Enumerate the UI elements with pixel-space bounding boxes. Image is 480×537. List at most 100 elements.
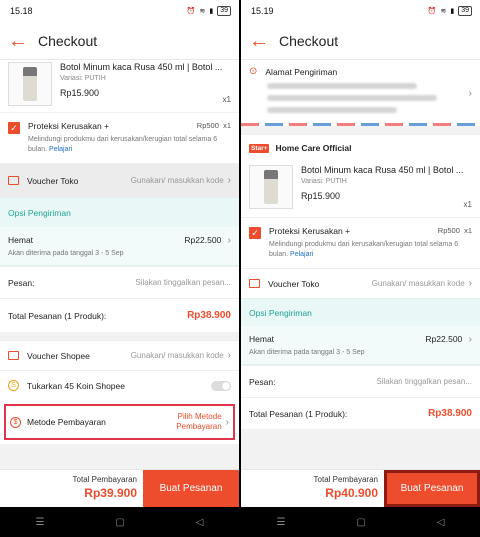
address-redacted (267, 83, 417, 89)
chevron-right-icon: › (227, 175, 231, 186)
arrow-left-icon[interactable]: ← (8, 31, 32, 51)
product-name: Botol Minum kaca Rusa 450 ml | Botol ... (60, 62, 223, 72)
checkout-content[interactable]: Botol Minum kaca Rusa 450 ml | Botol ...… (0, 60, 239, 469)
order-total-value: Rp38.900 (187, 310, 231, 321)
menu-icon[interactable]: ☰ (276, 517, 285, 528)
bottom-bar: Total Pembayaran Rp40.900 Buat Pesanan (241, 469, 480, 507)
location-pin-icon: ⊙ (249, 66, 258, 77)
protection-label: Proteksi Kerusakan + (28, 121, 110, 131)
protection-qty: x1 (464, 226, 472, 235)
place-order-button[interactable]: Buat Pesanan (384, 470, 480, 507)
back-icon[interactable]: ◁ (196, 517, 204, 528)
shop-name: Home Care Official (275, 143, 352, 153)
payment-total-label: Total Pembayaran (313, 475, 378, 484)
voucher-toko-label: Voucher Toko (27, 175, 79, 186)
status-bar: 15.19 ⏰ ≋ ▮ 39 (241, 0, 480, 22)
chevron-right-icon: › (227, 350, 231, 361)
checkout-screen-right: 15.19 ⏰ ≋ ▮ 39 ← Checkout ⊙ Alamat Pengi… (241, 0, 480, 537)
voucher-toko-row[interactable]: Voucher Toko Gunakan/ masukkan kode › (0, 163, 239, 197)
address-redacted (267, 95, 437, 101)
protection-option[interactable]: ✓ Proteksi Kerusakan + Rp500 x1 Melindun… (0, 112, 239, 163)
chevron-right-icon: › (225, 416, 229, 428)
message-input[interactable]: Silakan tinggalkan pesan... (376, 377, 472, 386)
star-plus-badge: Star+ (249, 143, 270, 153)
payment-total-value: Rp40.900 (325, 486, 378, 500)
alarm-icon: ⏰ (186, 8, 196, 15)
wifi-icon: ≋ (199, 8, 206, 15)
payment-icon: $ (10, 416, 21, 428)
home-icon[interactable]: ▢ (115, 517, 124, 528)
message-row: Pesan: Silakan tinggalkan pesan... (241, 365, 480, 397)
airmail-divider (241, 123, 480, 126)
product-card: Botol Minum kaca Rusa 450 ml | Botol ...… (0, 60, 239, 163)
message-label: Pesan: (249, 376, 276, 387)
payment-total-value: Rp39.900 (84, 486, 137, 500)
shipping-price: Rp22.500 (184, 235, 222, 245)
shipping-address[interactable]: ⊙ Alamat Pengiriman › (241, 60, 480, 123)
voucher-toko-row[interactable]: Voucher Toko Gunakan/ masukkan kode › (241, 268, 480, 298)
battery-icon: 39 (217, 6, 231, 16)
shipping-option[interactable]: Hemat Rp22.500 › Akan diterima pada tang… (241, 326, 480, 365)
coins-toggle[interactable] (211, 380, 231, 391)
protection-label: Proteksi Kerusakan + (269, 226, 351, 236)
address-title: Alamat Pengiriman (265, 66, 338, 77)
app-bar: ← Checkout (0, 22, 239, 60)
app-bar: ← Checkout (241, 22, 480, 60)
payment-method-row[interactable]: $ Metode Pembayaran Pilih Metode Pembaya… (4, 404, 235, 440)
coins-label: Tukarkan 45 Koin Shopee (27, 380, 125, 391)
coin-icon: S (8, 380, 19, 391)
message-input[interactable]: Silakan tinggalkan pesan... (135, 278, 231, 287)
battery-icon: 39 (458, 6, 472, 16)
signal-icon: ▮ (209, 8, 214, 15)
order-total-row: Total Pesanan (1 Produk): Rp38.900 (241, 397, 480, 429)
product-qty: x1 (463, 200, 472, 209)
product-name: Botol Minum kaca Rusa 450 ml | Botol ... (301, 165, 464, 175)
product-image (8, 62, 52, 106)
voucher-shopee-row[interactable]: Voucher Shopee Gunakan/ masukkan kode › (0, 340, 239, 370)
learn-more-link[interactable]: Pelajari (290, 251, 313, 258)
message-label: Pesan: (8, 277, 35, 288)
protection-price: Rp500 (196, 121, 219, 130)
voucher-shopee-label: Voucher Shopee (27, 350, 90, 361)
status-icons: ⏰ ≋ ▮ 39 (428, 6, 472, 16)
order-total-value: Rp38.900 (428, 408, 472, 419)
protection-qty: x1 (223, 121, 231, 130)
order-total-label: Total Pesanan (1 Produk): (249, 408, 348, 419)
product-variant: Variasi: PUTIH (301, 178, 347, 185)
shipping-option[interactable]: Hemat Rp22.500 › Akan diterima pada tang… (0, 227, 239, 266)
shipping-price: Rp22.500 (425, 334, 463, 344)
status-time: 15.18 (10, 6, 33, 16)
home-icon[interactable]: ▢ (356, 517, 365, 528)
voucher-toko-hint: Gunakan/ masukkan kode (130, 176, 224, 185)
protection-option[interactable]: ✓ Proteksi Kerusakan + Rp500 x1 Melindun… (241, 217, 480, 268)
shipping-section-title: Opsi Pengiriman (0, 197, 239, 227)
wifi-icon: ≋ (440, 8, 447, 15)
voucher-icon (8, 176, 19, 185)
payment-total-label: Total Pembayaran (72, 475, 137, 484)
status-time: 15.19 (251, 6, 274, 16)
back-icon[interactable]: ◁ (437, 517, 445, 528)
status-icons: ⏰ ≋ ▮ 39 (187, 6, 231, 16)
payment-choose-line2: Pembayaran (176, 422, 222, 431)
menu-icon[interactable]: ☰ (35, 517, 44, 528)
checkbox-checked-icon[interactable]: ✓ (8, 122, 20, 134)
shipping-method: Hemat (8, 235, 34, 245)
product-card: Botol Minum kaca Rusa 450 ml | Botol ...… (241, 161, 480, 268)
protection-price: Rp500 (437, 226, 460, 235)
checkout-content[interactable]: ⊙ Alamat Pengiriman › Star+ Home Care Of… (241, 60, 480, 469)
shop-header: Star+ Home Care Official (241, 134, 480, 161)
shipping-eta: Akan diterima pada tanggal 3 - 5 Sep (249, 349, 365, 356)
product-qty: x1 (222, 95, 231, 104)
bottom-bar: Total Pembayaran Rp39.900 Buat Pesanan (0, 469, 239, 507)
arrow-left-icon[interactable]: ← (249, 31, 273, 51)
alarm-icon: ⏰ (427, 8, 437, 15)
chevron-right-icon: › (468, 88, 472, 99)
order-total-label: Total Pesanan (1 Produk): (8, 310, 107, 321)
learn-more-link[interactable]: Pelajari (49, 146, 72, 153)
coins-row: S Tukarkan 45 Koin Shopee (0, 370, 239, 400)
place-order-button[interactable]: Buat Pesanan (143, 470, 239, 507)
address-redacted (267, 107, 397, 113)
checkbox-checked-icon[interactable]: ✓ (249, 227, 261, 239)
status-bar: 15.18 ⏰ ≋ ▮ 39 (0, 0, 239, 22)
shipping-eta: Akan diterima pada tanggal 3 - 5 Sep (8, 250, 124, 257)
